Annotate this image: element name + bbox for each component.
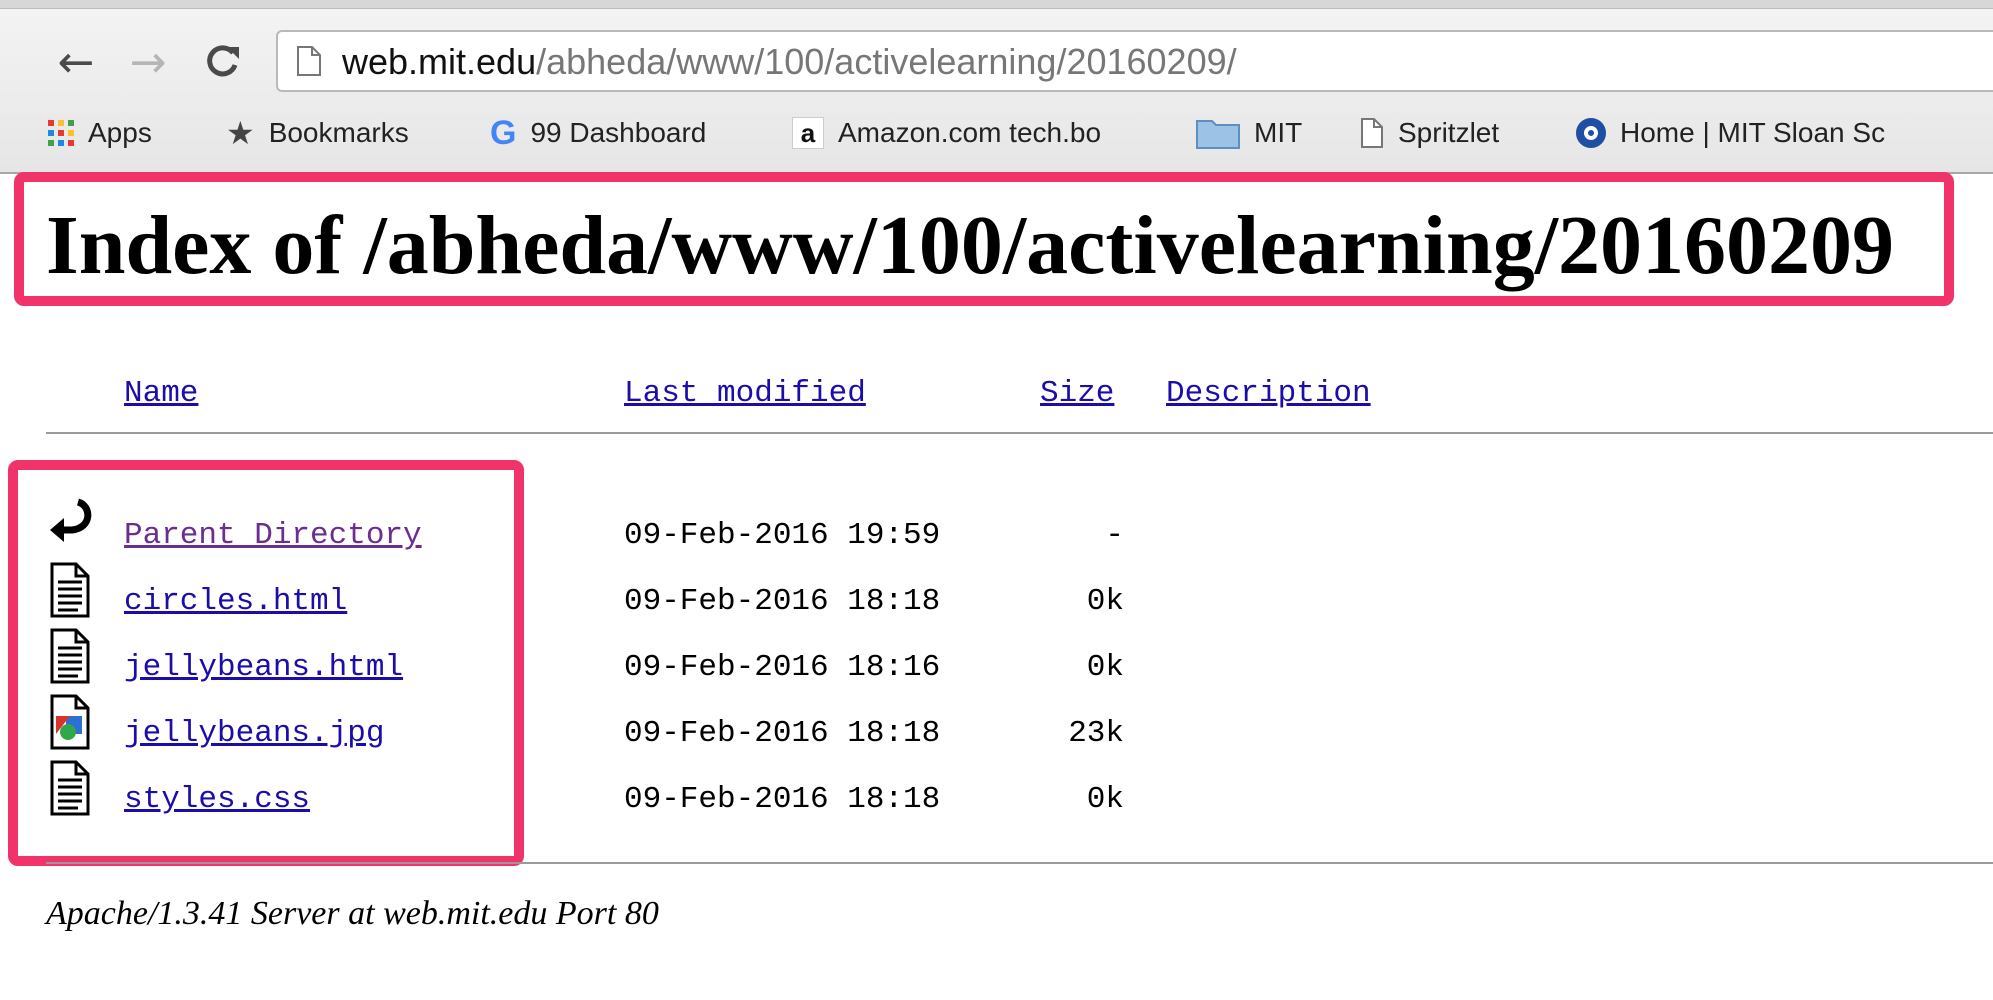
- row-date: 09-Feb-2016 19:59: [624, 518, 941, 553]
- row-size: 23k: [1068, 716, 1124, 751]
- file-list-highlight-box: [8, 460, 524, 866]
- bookmarks-bar: Apps ★ Bookmarks G 99 Dashboard a Amazon…: [0, 108, 1993, 158]
- row-size: 0k: [1086, 650, 1124, 685]
- back-arrow-icon: ←: [57, 36, 95, 88]
- page-icon: [1361, 118, 1383, 148]
- bookmark-spritzlet[interactable]: Spritzlet: [1360, 108, 1499, 158]
- apps-grid-icon: [48, 120, 74, 146]
- bookmark-amazon[interactable]: a Amazon.com tech.bo: [792, 108, 1101, 158]
- bookmark-label: Spritzlet: [1398, 117, 1500, 148]
- divider-top: [46, 432, 1993, 434]
- bookmark-label: 99 Dashboard: [530, 117, 707, 148]
- forward-arrow-icon: →: [129, 36, 167, 88]
- row-date: 09-Feb-2016 18:18: [624, 782, 941, 817]
- bookmark-mit[interactable]: MIT: [1196, 108, 1302, 158]
- bookmark-99-dashboard[interactable]: G 99 Dashboard: [490, 108, 706, 158]
- column-header-name[interactable]: Name: [124, 372, 198, 416]
- bookmark-label: Home | MIT Sloan Sc: [1620, 117, 1886, 148]
- bookmark-label: Amazon.com tech.bo: [838, 117, 1102, 148]
- sort-by-description-link[interactable]: Description: [1166, 376, 1371, 411]
- bookmark-label: MIT: [1254, 117, 1303, 148]
- amazon-icon: a: [792, 117, 824, 149]
- page-icon: [297, 46, 321, 76]
- server-signature: Apache/1.3.41 Server at web.mit.edu Port…: [46, 895, 659, 932]
- row-size: 0k: [1086, 584, 1124, 619]
- sort-by-date-link[interactable]: Last modified: [624, 376, 866, 411]
- row-date: 09-Feb-2016 18:18: [624, 716, 941, 751]
- bookmark-label: Apps: [88, 117, 152, 148]
- row-size: -: [1105, 518, 1124, 553]
- divider-bottom: [46, 862, 1993, 864]
- title-highlight-box: [14, 172, 1954, 306]
- google-icon: G: [490, 113, 517, 152]
- star-icon: ★: [226, 114, 255, 152]
- url-path: /abheda/www/100/activelearning/20160209/: [536, 41, 1237, 82]
- row-date: 09-Feb-2016 18:16: [624, 650, 941, 685]
- sort-by-name-link[interactable]: Name: [124, 376, 198, 411]
- bookmark-label: Bookmarks: [268, 117, 409, 148]
- browser-toolbar: ← → web.mit.edu/abheda/www/100/activelea…: [0, 0, 1993, 174]
- bookmark-bookmarks[interactable]: ★ Bookmarks: [226, 108, 409, 158]
- sloan-icon: [1576, 118, 1606, 148]
- sort-by-size-link[interactable]: Size: [1040, 376, 1114, 411]
- reload-button[interactable]: [196, 34, 248, 90]
- bookmark-apps[interactable]: Apps: [48, 108, 152, 158]
- url-text: web.mit.edu/abheda/www/100/activelearnin…: [342, 42, 1237, 82]
- row-size: 0k: [1086, 782, 1124, 817]
- tab-strip: [0, 0, 1993, 9]
- folder-icon: [1196, 120, 1240, 149]
- address-bar[interactable]: web.mit.edu/abheda/www/100/activelearnin…: [276, 30, 1993, 92]
- column-header-size[interactable]: Size: [1040, 372, 1114, 416]
- bookmark-mit-sloan[interactable]: Home | MIT Sloan Sc: [1576, 108, 1885, 158]
- column-header-last-modified[interactable]: Last modified: [624, 372, 866, 416]
- reload-icon: [207, 45, 239, 77]
- column-header-description[interactable]: Description: [1166, 372, 1371, 416]
- forward-button[interactable]: →: [122, 34, 174, 90]
- back-button[interactable]: ←: [50, 34, 102, 90]
- url-host: web.mit.edu: [342, 41, 537, 82]
- row-date: 09-Feb-2016 18:18: [624, 584, 941, 619]
